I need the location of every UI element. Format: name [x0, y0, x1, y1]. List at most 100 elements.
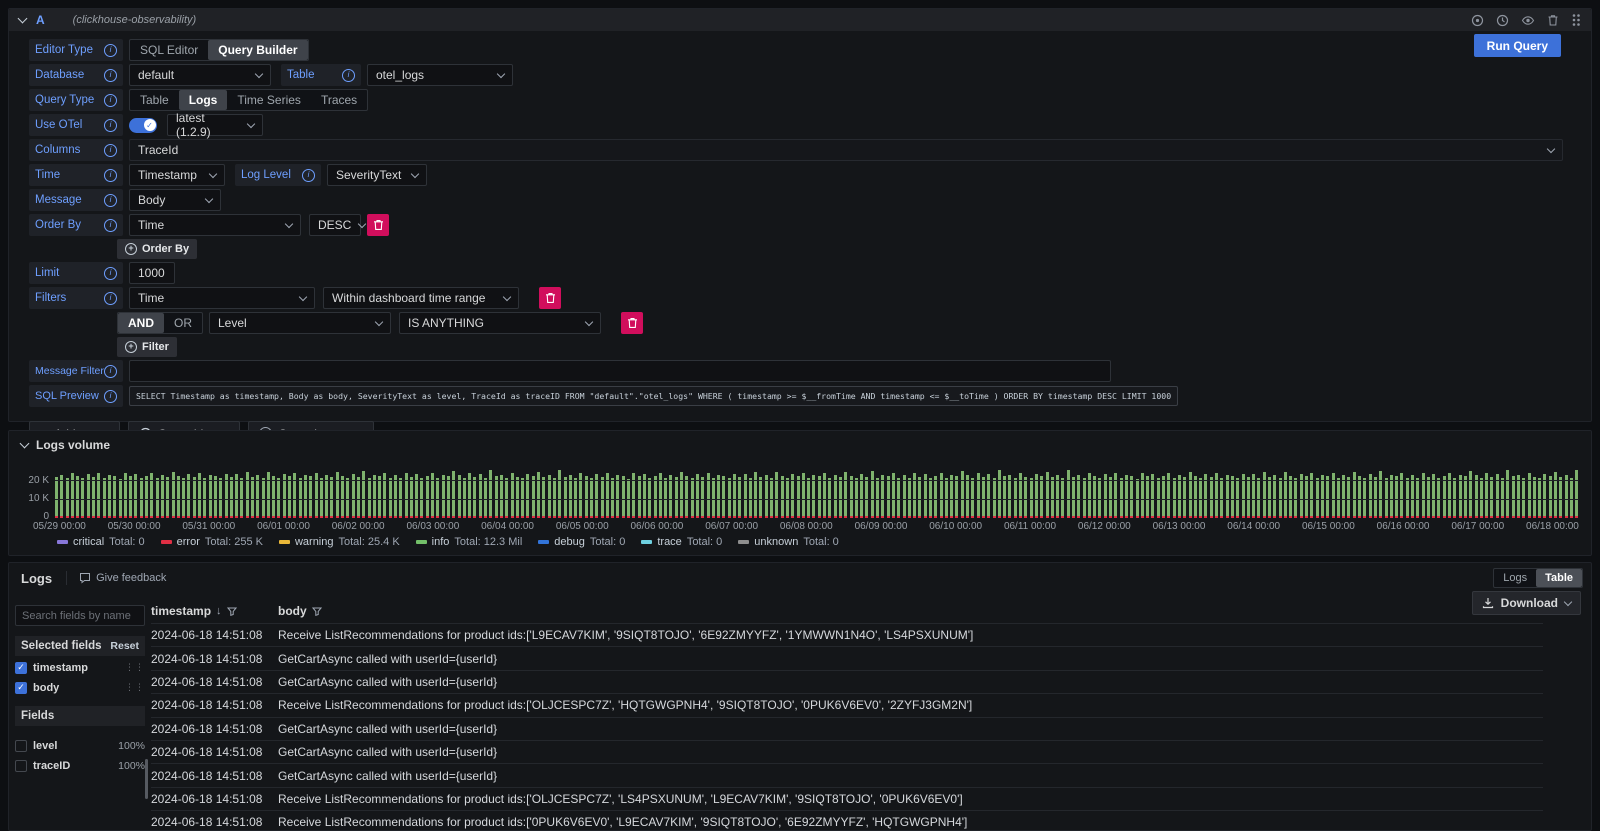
add-order-by-button[interactable]: Order By — [117, 239, 197, 259]
legend-series-name: warning — [295, 536, 334, 548]
selected-field-timestamp[interactable]: ✓timestamp⋮⋮ — [15, 659, 145, 676]
query-history-icon[interactable] — [1496, 14, 1509, 27]
legend-item-error[interactable]: errorTotal: 255 K — [161, 536, 263, 548]
message-filter-label: Message Filter — [29, 360, 123, 382]
legend-item-warning[interactable]: warningTotal: 25.4 K — [279, 536, 400, 548]
legend-item-critical[interactable]: criticalTotal: 0 — [57, 536, 145, 548]
checkbox-checked[interactable]: ✓ — [15, 682, 27, 694]
log-table-row[interactable]: 2024-06-18 14:51:08Receive ListRecommend… — [151, 787, 1543, 810]
message-filter-input[interactable] — [129, 360, 1111, 382]
database-select[interactable]: default — [129, 64, 271, 86]
legend-item-trace[interactable]: traceTotal: 0 — [641, 536, 722, 548]
sql-preview-code[interactable]: SELECT Timestamp as timestamp, Body as b… — [129, 386, 1178, 406]
checkbox-checked[interactable]: ✓ — [15, 662, 27, 674]
selected-field-body[interactable]: ✓body⋮⋮ — [15, 679, 145, 696]
bool-and[interactable]: AND — [118, 313, 164, 333]
info-icon[interactable] — [104, 365, 117, 378]
info-icon[interactable] — [104, 94, 117, 107]
log-table-row[interactable]: 2024-06-18 14:51:08Receive ListRecommend… — [151, 623, 1543, 646]
editor-type-query-builder[interactable]: Query Builder — [208, 40, 307, 60]
legend-item-info[interactable]: infoTotal: 12.3 Mil — [416, 536, 523, 548]
remove-filter-button[interactable] — [539, 287, 561, 309]
drag-handle-icon[interactable]: ⋮⋮ — [125, 682, 145, 693]
table-select[interactable]: otel_logs — [367, 64, 513, 86]
available-field-traceID[interactable]: traceID100% — [15, 757, 145, 774]
log-table-row[interactable]: 2024-06-18 14:51:08GetCartAsync called w… — [151, 717, 1543, 740]
timestamp-column-header[interactable]: timestamp ↓ — [151, 604, 278, 618]
order-by-direction-select[interactable]: DESC — [309, 214, 361, 236]
search-fields-input[interactable] — [15, 605, 145, 626]
collapse-chevron-icon[interactable] — [20, 438, 30, 448]
sort-desc-icon[interactable]: ↓ — [216, 605, 222, 617]
filter2-operator-select[interactable]: IS ANYTHING — [399, 312, 601, 334]
logs-volume-plot[interactable] — [55, 458, 1579, 518]
info-icon[interactable] — [104, 69, 117, 82]
query-row-header[interactable]: A (clickhouse-observability) — [9, 9, 1591, 31]
legend-item-debug[interactable]: debugTotal: 0 — [538, 536, 625, 548]
info-icon[interactable] — [104, 194, 117, 207]
filter-field-select[interactable]: Time — [129, 287, 315, 309]
log-table-row[interactable]: 2024-06-18 14:51:08Receive ListRecommend… — [151, 810, 1543, 831]
info-icon[interactable] — [104, 44, 117, 57]
order-by-field-select[interactable]: Time — [129, 214, 301, 236]
sidebar-scrollbar[interactable] — [145, 759, 148, 799]
volume-bar — [564, 477, 567, 518]
log-table-row[interactable]: 2024-06-18 14:51:08GetCartAsync called w… — [151, 670, 1543, 693]
body-column-header[interactable]: body — [278, 604, 1543, 618]
log-level-column-select[interactable]: SeverityText — [327, 164, 427, 186]
drag-handle-icon[interactable] — [1571, 13, 1581, 27]
query-type-time-series[interactable]: Time Series — [227, 90, 311, 110]
checkbox-unchecked[interactable] — [15, 740, 27, 752]
duplicate-query-icon[interactable] — [1471, 14, 1484, 27]
info-icon[interactable] — [104, 267, 117, 280]
log-table-row[interactable]: 2024-06-18 14:51:08Receive ListRecommend… — [151, 693, 1543, 716]
add-filter-button[interactable]: Filter — [117, 337, 177, 357]
volume-bar — [1061, 478, 1064, 518]
volume-bar — [1411, 475, 1414, 518]
delete-query-trash-icon[interactable] — [1547, 14, 1559, 27]
collapse-chevron-icon[interactable] — [18, 13, 28, 23]
log-table-row[interactable]: 2024-06-18 14:51:08GetCartAsync called w… — [151, 740, 1543, 763]
info-icon[interactable] — [104, 119, 117, 132]
info-icon[interactable] — [104, 219, 117, 232]
filter2-field-select[interactable]: Level — [209, 312, 391, 334]
field-percentage: 100% — [118, 740, 145, 752]
info-icon[interactable] — [104, 144, 117, 157]
log-table-row[interactable]: 2024-06-18 14:51:08GetCartAsync called w… — [151, 763, 1543, 786]
limit-input[interactable]: 1000 — [129, 262, 175, 284]
bool-or[interactable]: OR — [164, 313, 202, 333]
remove-order-by-button[interactable] — [367, 214, 389, 236]
view-toggle-table[interactable]: Table — [1536, 569, 1582, 587]
hide-response-eye-icon[interactable] — [1521, 14, 1535, 27]
logs-volume-header[interactable]: Logs volume — [9, 431, 1591, 452]
info-icon[interactable] — [104, 390, 117, 403]
info-icon[interactable] — [302, 169, 315, 182]
volume-bar — [1559, 477, 1562, 518]
reset-fields-button[interactable]: Reset — [110, 640, 139, 652]
checkbox-unchecked[interactable] — [15, 760, 27, 772]
use-otel-toggle[interactable]: ✓ — [129, 118, 157, 133]
available-field-level[interactable]: level100% — [15, 737, 145, 754]
time-column-select[interactable]: Timestamp — [129, 164, 225, 186]
filter-funnel-icon[interactable] — [312, 607, 322, 616]
otel-version-select[interactable]: latest (1.2.9) — [167, 114, 263, 136]
filter-operator-select[interactable]: Within dashboard time range — [323, 287, 519, 309]
query-type-traces[interactable]: Traces — [311, 90, 367, 110]
volume-bar — [574, 478, 577, 518]
info-icon[interactable] — [104, 169, 117, 182]
info-icon[interactable] — [104, 292, 117, 305]
volume-bar — [1469, 471, 1472, 518]
editor-type-sql-editor[interactable]: SQL Editor — [130, 40, 208, 60]
query-type-logs[interactable]: Logs — [179, 90, 228, 110]
drag-handle-icon[interactable]: ⋮⋮ — [125, 662, 145, 673]
give-feedback-link[interactable]: Give feedback — [66, 571, 166, 585]
info-icon[interactable] — [342, 69, 355, 82]
message-column-select[interactable]: Body — [129, 189, 221, 211]
columns-multiselect[interactable]: TraceId — [129, 139, 1563, 161]
remove-filter2-button[interactable] — [621, 312, 643, 334]
query-type-table[interactable]: Table — [130, 90, 179, 110]
view-toggle-logs[interactable]: Logs — [1494, 569, 1536, 587]
filter-funnel-icon[interactable] — [227, 607, 237, 616]
log-table-row[interactable]: 2024-06-18 14:51:08GetCartAsync called w… — [151, 646, 1543, 669]
legend-item-unknown[interactable]: unknownTotal: 0 — [738, 536, 839, 548]
